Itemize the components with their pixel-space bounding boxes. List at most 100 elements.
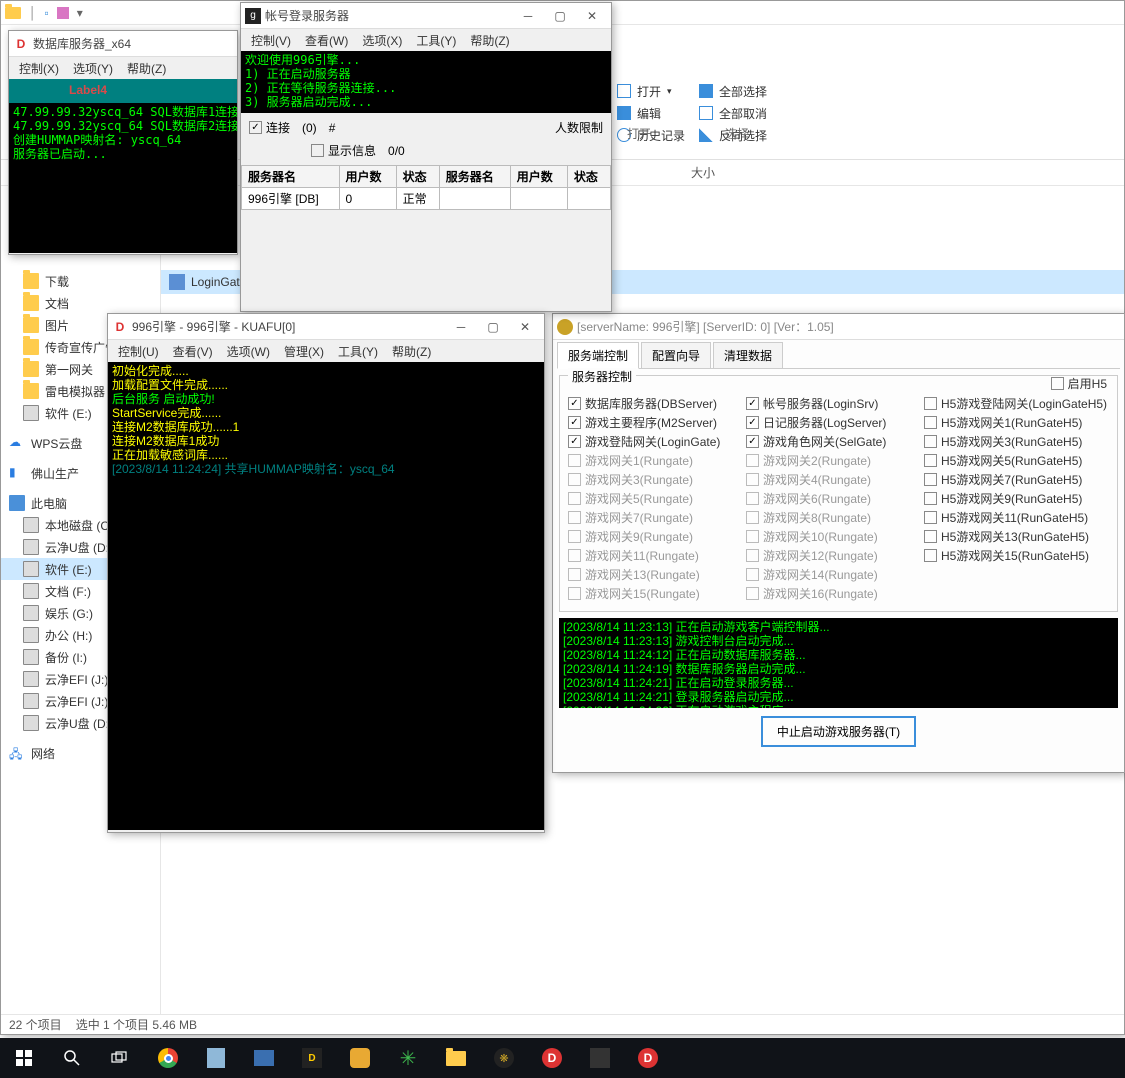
taskbar-app-yellow[interactable] <box>336 1038 384 1078</box>
server-checkbox[interactable]: H5游戏登陆网关(LoginGateH5) <box>924 394 1109 413</box>
enable-h5-checkbox[interactable]: 启用H5 <box>1051 374 1107 393</box>
db-server-window: D 数据库服务器_x64 控制(X)选项(Y)帮助(Z) Label4 47.9… <box>8 30 238 255</box>
server-checkbox[interactable]: 日记服务器(LogServer) <box>746 413 916 432</box>
login-panel2: 显示信息 0/0 <box>241 142 611 165</box>
table-cell <box>510 188 567 210</box>
server-checkbox[interactable]: H5游戏网关15(RunGateH5) <box>924 546 1109 565</box>
close-button[interactable]: ✕ <box>510 317 540 337</box>
checkbox-label: 游戏网关7(Rungate) <box>585 509 693 526</box>
status-items: 22 个项目 <box>9 1016 62 1033</box>
server-checkbox[interactable]: H5游戏网关13(RunGateH5) <box>924 527 1109 546</box>
search-button[interactable] <box>48 1038 96 1078</box>
tab[interactable]: 服务端控制 <box>557 342 639 369</box>
menu-item[interactable]: 查看(W) <box>299 30 354 51</box>
checkbox-label: 游戏网关9(Rungate) <box>585 528 693 545</box>
taskbar-app-dark[interactable] <box>576 1038 624 1078</box>
sidebar-item[interactable]: 下载 <box>1 270 160 292</box>
server-checkbox[interactable]: H5游戏网关3(RunGateH5) <box>924 432 1109 451</box>
taskbar-wechat[interactable]: ✳ <box>384 1038 432 1078</box>
checkbox-label: 游戏网关1(Rungate) <box>585 452 693 469</box>
menu-item[interactable]: 控制(U) <box>112 341 165 362</box>
menu-item[interactable]: 帮助(Z) <box>386 341 437 362</box>
menu-item[interactable]: 选项(Y) <box>67 58 119 79</box>
checkbox-label: 游戏网关5(Rungate) <box>585 490 693 507</box>
server-checkbox[interactable]: H5游戏网关9(RunGateH5) <box>924 489 1109 508</box>
menu-item[interactable]: 控制(V) <box>245 30 297 51</box>
server-checkbox: 游戏网关1(Rungate) <box>568 451 738 470</box>
taskbar-app-gold[interactable]: ❋ <box>480 1038 528 1078</box>
menu-item[interactable]: 帮助(Z) <box>464 30 515 51</box>
minimize-button[interactable]: ─ <box>446 317 476 337</box>
server-checkbox[interactable]: H5游戏网关11(RunGateH5) <box>924 508 1109 527</box>
taskbar-app-notepad[interactable] <box>192 1038 240 1078</box>
ribbon-edit[interactable]: 编辑 <box>613 102 689 124</box>
taskbar-chrome[interactable] <box>144 1038 192 1078</box>
close-button[interactable]: ✕ <box>577 6 607 26</box>
menu-item[interactable]: 帮助(Z) <box>121 58 172 79</box>
server-checkbox[interactable]: H5游戏网关1(RunGateH5) <box>924 413 1109 432</box>
sidebar-item[interactable]: 文档 <box>1 292 160 314</box>
titlebar[interactable]: [serverName: 996引擎] [ServerID: 0] [Ver：1… <box>553 314 1124 340</box>
tab[interactable]: 清理数据 <box>713 342 783 368</box>
menu-item[interactable]: 管理(X) <box>278 341 330 362</box>
qat-btn[interactable]: ▫ <box>45 6 49 20</box>
server-checkbox[interactable]: H5游戏网关7(RunGateH5) <box>924 470 1109 489</box>
start-button[interactable] <box>0 1038 48 1078</box>
titlebar[interactable]: g 帐号登录服务器 ─ ▢ ✕ <box>241 3 611 29</box>
taskbar-db-app[interactable]: D <box>528 1038 576 1078</box>
table-header[interactable]: 用户数 <box>339 166 396 188</box>
maximize-button[interactable]: ▢ <box>478 317 508 337</box>
server-checkbox[interactable]: H5游戏网关5(RunGateH5) <box>924 451 1109 470</box>
menu-item[interactable]: 选项(W) <box>221 341 276 362</box>
menu-item[interactable]: 控制(X) <box>13 58 65 79</box>
server-checkbox[interactable]: 帐号服务器(LoginSrv) <box>746 394 916 413</box>
table-header[interactable]: 服务器名 <box>242 166 340 188</box>
table-header[interactable]: 用户数 <box>510 166 567 188</box>
maximize-button[interactable]: ▢ <box>545 6 575 26</box>
server-checkbox[interactable]: 数据库服务器(DBServer) <box>568 394 738 413</box>
checkbox-label: 日记服务器(LogServer) <box>763 414 886 431</box>
menu-item[interactable]: 工具(Y) <box>332 341 384 362</box>
menu-item[interactable]: 选项(X) <box>356 30 408 51</box>
table-header[interactable]: 状态 <box>567 166 610 188</box>
table-header[interactable]: 服务器名 <box>439 166 510 188</box>
menu-item[interactable]: 查看(V) <box>167 341 219 362</box>
window-title: [serverName: 996引擎] [ServerID: 0] [Ver：1… <box>577 318 1120 335</box>
taskview-button[interactable] <box>96 1038 144 1078</box>
checkbox-label: 游戏网关12(Rungate) <box>763 547 878 564</box>
server-checkbox[interactable]: 游戏登陆网关(LoginGate) <box>568 432 738 451</box>
qat-dd[interactable]: ▾ <box>77 6 83 20</box>
controller-window: [serverName: 996引擎] [ServerID: 0] [Ver：1… <box>552 313 1125 773</box>
taskbar-app-996[interactable]: D <box>288 1038 336 1078</box>
server-checkbox[interactable]: 游戏角色网关(SelGate) <box>746 432 916 451</box>
checkbox-label: 游戏主要程序(M2Server) <box>585 414 717 431</box>
checkbox-label: 游戏网关3(Rungate) <box>585 471 693 488</box>
sidebar-item-label: 网络 <box>31 745 55 762</box>
checkbox-label: 游戏网关11(Rungate) <box>585 547 699 564</box>
table-header[interactable]: 状态 <box>396 166 439 188</box>
status-selection: 选中 1 个项目 5.46 MB <box>76 1016 197 1033</box>
qat-btn[interactable] <box>57 7 69 19</box>
taskbar-explorer[interactable] <box>432 1038 480 1078</box>
connect-checkbox[interactable]: ✓连接 <box>249 119 290 136</box>
tab[interactable]: 配置向导 <box>641 342 711 368</box>
titlebar[interactable]: D 数据库服务器_x64 <box>9 31 237 57</box>
titlebar[interactable]: D 996引擎 - 996引擎 - KUAFU[0] ─ ▢ ✕ <box>108 314 544 340</box>
checkbox-label: 游戏登陆网关(LoginGate) <box>585 433 720 450</box>
minimize-button[interactable]: ─ <box>513 6 543 26</box>
showinfo-checkbox[interactable]: 显示信息 <box>311 142 376 159</box>
table-cell <box>439 188 510 210</box>
server-checkbox[interactable]: 游戏主要程序(M2Server) <box>568 413 738 432</box>
server-checkbox: 游戏网关8(Rungate) <box>746 508 916 527</box>
server-checkbox: 游戏网关4(Rungate) <box>746 470 916 489</box>
ribbon-open[interactable]: 打开 ▾ <box>613 80 689 102</box>
taskbar-app-remote[interactable] <box>240 1038 288 1078</box>
ribbon-selectnone[interactable]: 全部取消 <box>695 102 771 124</box>
ribbon-selectall[interactable]: 全部选择 <box>695 80 771 102</box>
menu-item[interactable]: 工具(Y) <box>410 30 462 51</box>
size-header[interactable]: 大小 <box>691 164 715 181</box>
checkbox-label: 游戏网关10(Rungate) <box>763 528 878 545</box>
taskbar-db-app2[interactable]: D <box>624 1038 672 1078</box>
stop-start-server-button[interactable]: 中止启动游戏服务器(T) <box>761 716 916 747</box>
ribbon-group-label: 选择 <box>725 125 749 142</box>
